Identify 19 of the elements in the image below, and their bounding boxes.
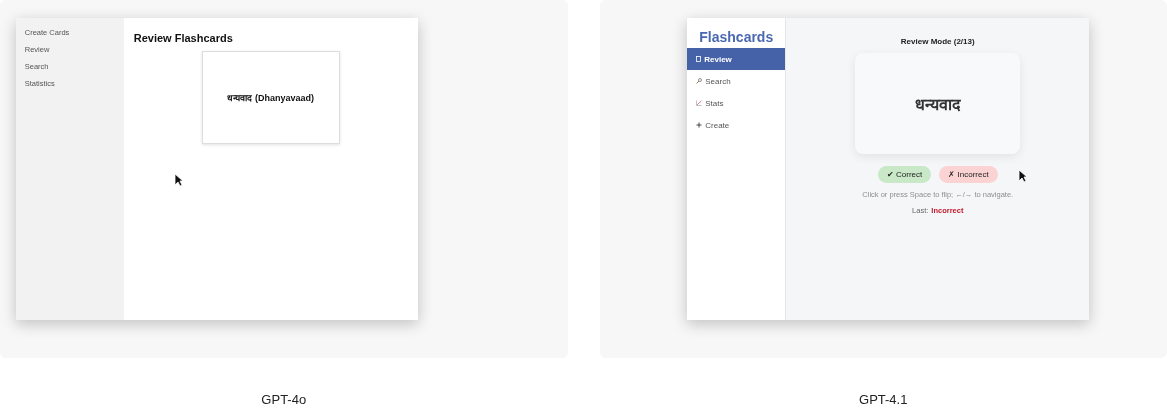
sidebar-item[interactable]: Create — [687, 114, 786, 136]
sidebar-item[interactable]: Stats — [687, 92, 786, 114]
search-icon — [696, 78, 703, 84]
page-title: Review Flashcards — [133, 32, 234, 44]
cursor-icon — [1017, 169, 1028, 183]
clipboard-icon — [696, 56, 702, 62]
flashcard[interactable]: धन्यवाद (Dhanyavaad) — [201, 51, 340, 144]
chart-icon — [696, 100, 703, 106]
incorrect-button[interactable]: ✗ Incorrect — [939, 166, 998, 183]
app-title: Flashcards — [698, 28, 775, 47]
flashcard[interactable]: धन्यवाद — [855, 53, 1021, 154]
review-mode-title: Review Mode (2/13) — [900, 37, 975, 46]
sidebar-item[interactable]: Search — [687, 70, 786, 92]
model-caption: GPT-4o — [261, 392, 307, 407]
sidebar-item[interactable]: Review — [687, 48, 786, 70]
cursor-icon — [173, 173, 184, 187]
model-caption: GPT-4.1 — [859, 392, 908, 407]
plus-icon — [696, 122, 703, 128]
correct-button[interactable]: ✔ Correct — [877, 166, 932, 183]
